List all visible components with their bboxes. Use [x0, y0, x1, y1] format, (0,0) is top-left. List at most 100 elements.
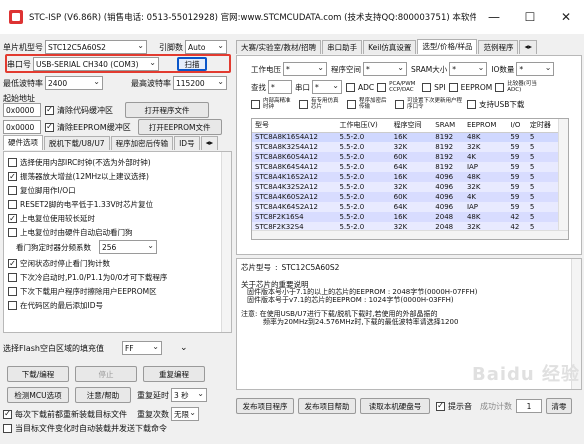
- download-button[interactable]: 下载/编程: [7, 366, 69, 382]
- app-logo-icon: [9, 10, 23, 24]
- irc-checkbox[interactable]: [251, 99, 260, 109]
- clear-eeprom-checkbox[interactable]: ✓: [45, 122, 54, 132]
- usb-download-checkbox[interactable]: [467, 99, 476, 109]
- publish-program-button[interactable]: 发布项目程序: [236, 398, 294, 414]
- table-row[interactable]: STC8A8K60S4A12 5.5-2.0 60K 8192 4K 59 5: [252, 152, 560, 162]
- eeprom-addr-input[interactable]: 0x0000: [3, 120, 41, 134]
- options-scrollbar[interactable]: [221, 152, 231, 332]
- tab-encrypt[interactable]: 程序加密后传输: [110, 136, 174, 150]
- close-button[interactable]: ✕: [548, 0, 584, 34]
- clear-code-checkbox[interactable]: ✓: [45, 105, 54, 115]
- col-header[interactable]: 型号: [252, 119, 336, 132]
- col-header[interactable]: I/O: [507, 119, 527, 132]
- read-disk-button[interactable]: 读取本机硬盘号: [360, 398, 430, 414]
- tab-examples[interactable]: 范例程序: [478, 40, 519, 54]
- encrypt-checkbox[interactable]: [347, 99, 356, 109]
- mcu-select[interactable]: STC12C5A60S2 ⌄: [45, 40, 147, 54]
- table-row[interactable]: STC8F2K16S4 5.5-2.0 16K 2048 48K 42 5: [252, 212, 560, 222]
- opt-idle-wdt-checkbox[interactable]: ✓: [8, 259, 17, 268]
- port-label: 串口号: [7, 59, 31, 69]
- open-program-button[interactable]: 打开程序文件: [125, 102, 209, 118]
- wdt-select[interactable]: 256 ⌄: [99, 240, 157, 254]
- fill-select[interactable]: FF ⌄: [121, 341, 162, 355]
- table-cell: 59: [510, 163, 520, 171]
- reprogram-button[interactable]: 重复编程: [143, 366, 205, 382]
- col-header[interactable]: 程序空间: [391, 119, 433, 132]
- tab-hardware[interactable]: 硬件选项: [3, 135, 43, 150]
- opt-erase-eeprom-checkbox[interactable]: [8, 287, 17, 296]
- sram-select[interactable]: * ⌄: [449, 62, 488, 76]
- stop-button[interactable]: 停止: [75, 366, 137, 382]
- tab-offline[interactable]: 脱机下载/U8/U7: [44, 136, 110, 150]
- adc-checkbox[interactable]: [346, 82, 355, 92]
- eeprom-checkbox[interactable]: [448, 82, 458, 92]
- opt-long-delay-checkbox[interactable]: ✓: [8, 214, 17, 223]
- search-input[interactable]: *: [268, 80, 292, 94]
- table-row[interactable]: STC8A4K60S2A12 5.5-2.0 60K 4096 4K 59 5: [252, 192, 560, 202]
- table-scrollbar[interactable]: [558, 119, 568, 231]
- table-row[interactable]: STC8A8K64S4A12 5.5-2.0 64K 8192 IAP 59 5: [252, 162, 560, 172]
- pin-select[interactable]: Auto ⌄: [185, 40, 227, 54]
- opt-reset-io-checkbox[interactable]: [8, 186, 17, 195]
- tip-sound-checkbox[interactable]: ✓: [436, 401, 445, 411]
- uart-select[interactable]: * ⌄: [312, 80, 342, 94]
- repeat-delay-select[interactable]: 3 秒 ⌄: [171, 388, 207, 402]
- opt-gain-checkbox[interactable]: ✓: [8, 172, 17, 181]
- tab-serial-assistant[interactable]: 串口助手: [322, 40, 363, 54]
- opt-label: 上电复位使用较长延时: [20, 214, 95, 223]
- min-baud-select[interactable]: 2400 ⌄: [45, 76, 103, 90]
- table-cell: STC8A8K60S4A12: [255, 153, 318, 161]
- emulator-checkbox[interactable]: [299, 99, 308, 109]
- publish-help-button[interactable]: 发布项目帮助: [298, 398, 356, 414]
- help-arrow-icon[interactable]: ⌄: [180, 343, 188, 353]
- opt-irc-checkbox[interactable]: [8, 158, 17, 167]
- voltage-select[interactable]: * ⌄: [283, 62, 327, 76]
- check-mcu-button[interactable]: 检测MCU选项: [7, 387, 69, 403]
- open-eeprom-button[interactable]: 打开EEPROM文件: [137, 119, 222, 135]
- tab-scroll-arrows[interactable]: ◂▸: [519, 40, 538, 54]
- table-hscrollbar[interactable]: [252, 230, 568, 239]
- tab-scroll-arrows[interactable]: ◂▸: [200, 136, 219, 150]
- opt-cold-start-checkbox[interactable]: [8, 273, 17, 282]
- io-select[interactable]: * ⌄: [516, 62, 555, 76]
- spi-checkbox[interactable]: [422, 82, 432, 92]
- col-header[interactable]: EEPROM: [464, 119, 507, 132]
- reload-checkbox[interactable]: ✓: [3, 409, 12, 419]
- opt-reset2-checkbox[interactable]: [8, 200, 17, 209]
- maximize-button[interactable]: ☐: [512, 0, 548, 34]
- opt-label: 上电复位时由硬件自动启动看门狗: [20, 228, 133, 237]
- table-cell: 8192: [435, 163, 454, 171]
- space-select[interactable]: * ⌄: [363, 62, 407, 76]
- col-header[interactable]: 定时器: [527, 119, 560, 132]
- opt-auto-wdt-checkbox[interactable]: [8, 228, 17, 237]
- opt-add-id-checkbox[interactable]: [8, 301, 17, 310]
- tab-contest[interactable]: 大赛/实验室/教材/招聘: [236, 40, 322, 54]
- table-cell: 32K: [466, 143, 481, 151]
- clear-count-button[interactable]: 清零: [546, 398, 572, 414]
- pca-checkbox[interactable]: [377, 82, 387, 92]
- scan-button[interactable]: 扫描: [177, 57, 207, 71]
- emulator-label: 有专用仿真芯片: [311, 98, 339, 110]
- table-row[interactable]: STC8A4K16S2A12 5.5-2.0 16K 4096 48K 59 5: [252, 172, 560, 182]
- col-header[interactable]: SRAM: [432, 119, 464, 132]
- tab-selection[interactable]: 选型/价格/样品: [417, 39, 478, 54]
- model-value: STC12C5A60S2: [281, 263, 340, 272]
- max-baud-select[interactable]: 115200 ⌄: [173, 76, 227, 90]
- code-addr-input[interactable]: 0x0000: [3, 103, 41, 117]
- table-row[interactable]: STC8A4K64S2A12 5.5-2.0 64K 4096 IAP 59 5: [252, 202, 560, 212]
- table-row[interactable]: STC8A4K32S2A12 5.5-2.0 32K 4096 32K 59 5: [252, 182, 560, 192]
- password-checkbox[interactable]: [395, 99, 404, 109]
- comparator-checkbox[interactable]: [495, 82, 505, 92]
- tab-id[interactable]: ID号: [174, 136, 200, 150]
- auto-send-checkbox[interactable]: [3, 424, 12, 433]
- port-select[interactable]: USB-SERIAL CH340 (COM3) ⌄: [33, 57, 159, 71]
- repeat-count-select[interactable]: 无限 ⌄: [171, 407, 199, 421]
- table-cell: 4096: [435, 193, 454, 201]
- chip-table: 型号 工作电压(V) 程序空间 SRAM EEPROM I/O 定时器 STC8…: [252, 119, 560, 232]
- minimize-button[interactable]: —: [476, 0, 512, 34]
- table-row[interactable]: STC8A8K16S4A12 5.5-2.0 16K 8192 48K 59 5: [252, 132, 560, 142]
- tab-keil-settings[interactable]: Keil仿真设置: [363, 40, 417, 54]
- help-button[interactable]: 注意/帮助: [75, 387, 131, 403]
- table-row[interactable]: STC8A8K32S4A12 5.5-2.0 32K 8192 32K 59 5: [252, 142, 560, 152]
- col-header[interactable]: 工作电压(V): [336, 119, 390, 132]
